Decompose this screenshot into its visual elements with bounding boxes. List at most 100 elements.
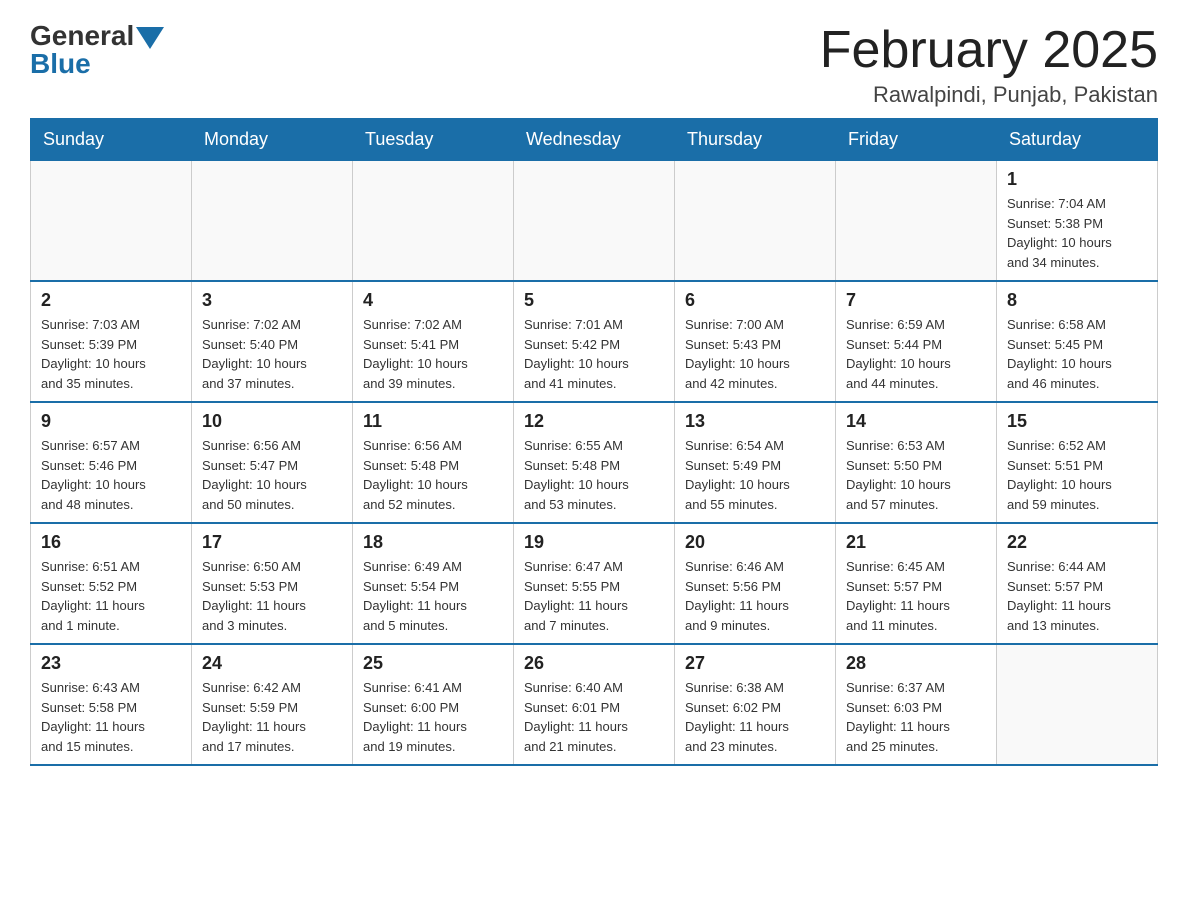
weekday-sunday: Sunday	[31, 119, 192, 161]
calendar-cell: 14 Sunrise: 6:53 AM Sunset: 5:50 PM Dayli…	[836, 402, 997, 523]
calendar-cell: 11 Sunrise: 6:56 AM Sunset: 5:48 PM Dayli…	[353, 402, 514, 523]
calendar-cell	[836, 161, 997, 282]
day-info: Sunrise: 6:53 AM Sunset: 5:50 PM Dayligh…	[846, 436, 986, 514]
day-info: Sunrise: 6:44 AM Sunset: 5:57 PM Dayligh…	[1007, 557, 1147, 635]
calendar-cell: 24 Sunrise: 6:42 AM Sunset: 5:59 PM Dayli…	[192, 644, 353, 765]
day-info: Sunrise: 6:47 AM Sunset: 5:55 PM Dayligh…	[524, 557, 664, 635]
calendar-cell	[31, 161, 192, 282]
day-info: Sunrise: 6:45 AM Sunset: 5:57 PM Dayligh…	[846, 557, 986, 635]
day-number: 4	[363, 290, 503, 311]
day-number: 1	[1007, 169, 1147, 190]
calendar-cell: 26 Sunrise: 6:40 AM Sunset: 6:01 PM Dayli…	[514, 644, 675, 765]
day-number: 24	[202, 653, 342, 674]
day-number: 12	[524, 411, 664, 432]
day-number: 16	[41, 532, 181, 553]
day-info: Sunrise: 6:52 AM Sunset: 5:51 PM Dayligh…	[1007, 436, 1147, 514]
calendar-cell: 25Sunrise: 6:41 AM Sunset: 6:00 PM Dayli…	[353, 644, 514, 765]
calendar-cell: 20 Sunrise: 6:46 AM Sunset: 5:56 PM Dayli…	[675, 523, 836, 644]
calendar-cell	[192, 161, 353, 282]
day-number: 27	[685, 653, 825, 674]
calendar-cell: 8 Sunrise: 6:58 AM Sunset: 5:45 PM Daylig…	[997, 281, 1158, 402]
calendar-cell: 23 Sunrise: 6:43 AM Sunset: 5:58 PM Dayli…	[31, 644, 192, 765]
month-title: February 2025	[820, 20, 1158, 80]
page-header: General Blue February 2025 Rawalpindi, P…	[30, 20, 1158, 108]
day-info: Sunrise: 6:46 AM Sunset: 5:56 PM Dayligh…	[685, 557, 825, 635]
calendar-cell	[514, 161, 675, 282]
logo-arrow-icon	[136, 27, 164, 49]
day-number: 3	[202, 290, 342, 311]
day-number: 2	[41, 290, 181, 311]
day-number: 23	[41, 653, 181, 674]
day-info: Sunrise: 6:56 AM Sunset: 5:48 PM Dayligh…	[363, 436, 503, 514]
calendar-cell	[997, 644, 1158, 765]
calendar-cell: 9 Sunrise: 6:57 AM Sunset: 5:46 PM Daylig…	[31, 402, 192, 523]
calendar-row-0: 1Sunrise: 7:04 AM Sunset: 5:38 PM Daylig…	[31, 161, 1158, 282]
location-text: Rawalpindi, Punjab, Pakistan	[820, 82, 1158, 108]
day-info: Sunrise: 6:59 AM Sunset: 5:44 PM Dayligh…	[846, 315, 986, 393]
weekday-monday: Monday	[192, 119, 353, 161]
calendar-cell: 1Sunrise: 7:04 AM Sunset: 5:38 PM Daylig…	[997, 161, 1158, 282]
day-number: 11	[363, 411, 503, 432]
day-number: 18	[363, 532, 503, 553]
day-info: Sunrise: 6:58 AM Sunset: 5:45 PM Dayligh…	[1007, 315, 1147, 393]
day-info: Sunrise: 6:37 AM Sunset: 6:03 PM Dayligh…	[846, 678, 986, 756]
day-number: 7	[846, 290, 986, 311]
day-info: Sunrise: 6:55 AM Sunset: 5:48 PM Dayligh…	[524, 436, 664, 514]
day-info: Sunrise: 6:56 AM Sunset: 5:47 PM Dayligh…	[202, 436, 342, 514]
day-number: 21	[846, 532, 986, 553]
calendar-cell: 27Sunrise: 6:38 AM Sunset: 6:02 PM Dayli…	[675, 644, 836, 765]
day-number: 6	[685, 290, 825, 311]
weekday-friday: Friday	[836, 119, 997, 161]
calendar-table: SundayMondayTuesdayWednesdayThursdayFrid…	[30, 118, 1158, 766]
day-info: Sunrise: 6:43 AM Sunset: 5:58 PM Dayligh…	[41, 678, 181, 756]
day-number: 17	[202, 532, 342, 553]
day-number: 15	[1007, 411, 1147, 432]
day-number: 9	[41, 411, 181, 432]
calendar-cell: 16 Sunrise: 6:51 AM Sunset: 5:52 PM Dayli…	[31, 523, 192, 644]
calendar-cell: 15 Sunrise: 6:52 AM Sunset: 5:51 PM Dayli…	[997, 402, 1158, 523]
weekday-saturday: Saturday	[997, 119, 1158, 161]
calendar-cell: 2 Sunrise: 7:03 AM Sunset: 5:39 PM Daylig…	[31, 281, 192, 402]
day-info: Sunrise: 6:42 AM Sunset: 5:59 PM Dayligh…	[202, 678, 342, 756]
day-info: Sunrise: 6:57 AM Sunset: 5:46 PM Dayligh…	[41, 436, 181, 514]
day-number: 19	[524, 532, 664, 553]
day-info: Sunrise: 6:41 AM Sunset: 6:00 PM Dayligh…	[363, 678, 503, 756]
day-info: Sunrise: 7:02 AM Sunset: 5:40 PM Dayligh…	[202, 315, 342, 393]
day-number: 13	[685, 411, 825, 432]
day-info: Sunrise: 7:01 AM Sunset: 5:42 PM Dayligh…	[524, 315, 664, 393]
calendar-cell: 3 Sunrise: 7:02 AM Sunset: 5:40 PM Daylig…	[192, 281, 353, 402]
calendar-body: 1Sunrise: 7:04 AM Sunset: 5:38 PM Daylig…	[31, 161, 1158, 766]
day-number: 14	[846, 411, 986, 432]
calendar-header: SundayMondayTuesdayWednesdayThursdayFrid…	[31, 119, 1158, 161]
day-number: 26	[524, 653, 664, 674]
day-info: Sunrise: 6:40 AM Sunset: 6:01 PM Dayligh…	[524, 678, 664, 756]
weekday-thursday: Thursday	[675, 119, 836, 161]
day-number: 8	[1007, 290, 1147, 311]
day-number: 28	[846, 653, 986, 674]
calendar-cell: 6 Sunrise: 7:00 AM Sunset: 5:43 PM Daylig…	[675, 281, 836, 402]
logo-blue-text: Blue	[30, 48, 91, 80]
weekday-tuesday: Tuesday	[353, 119, 514, 161]
calendar-cell: 18Sunrise: 6:49 AM Sunset: 5:54 PM Dayli…	[353, 523, 514, 644]
calendar-cell: 22 Sunrise: 6:44 AM Sunset: 5:57 PM Dayli…	[997, 523, 1158, 644]
calendar-row-1: 2 Sunrise: 7:03 AM Sunset: 5:39 PM Daylig…	[31, 281, 1158, 402]
calendar-row-3: 16 Sunrise: 6:51 AM Sunset: 5:52 PM Dayli…	[31, 523, 1158, 644]
calendar-cell: 13 Sunrise: 6:54 AM Sunset: 5:49 PM Dayli…	[675, 402, 836, 523]
calendar-row-4: 23 Sunrise: 6:43 AM Sunset: 5:58 PM Dayli…	[31, 644, 1158, 765]
day-info: Sunrise: 7:02 AM Sunset: 5:41 PM Dayligh…	[363, 315, 503, 393]
day-number: 22	[1007, 532, 1147, 553]
day-number: 5	[524, 290, 664, 311]
calendar-cell: 17Sunrise: 6:50 AM Sunset: 5:53 PM Dayli…	[192, 523, 353, 644]
day-info: Sunrise: 6:54 AM Sunset: 5:49 PM Dayligh…	[685, 436, 825, 514]
day-info: Sunrise: 7:00 AM Sunset: 5:43 PM Dayligh…	[685, 315, 825, 393]
calendar-cell: 19 Sunrise: 6:47 AM Sunset: 5:55 PM Dayli…	[514, 523, 675, 644]
day-info: Sunrise: 6:51 AM Sunset: 5:52 PM Dayligh…	[41, 557, 181, 635]
calendar-cell: 5 Sunrise: 7:01 AM Sunset: 5:42 PM Daylig…	[514, 281, 675, 402]
calendar-cell: 28 Sunrise: 6:37 AM Sunset: 6:03 PM Dayli…	[836, 644, 997, 765]
day-info: Sunrise: 7:03 AM Sunset: 5:39 PM Dayligh…	[41, 315, 181, 393]
title-section: February 2025 Rawalpindi, Punjab, Pakist…	[820, 20, 1158, 108]
calendar-cell: 10Sunrise: 6:56 AM Sunset: 5:47 PM Dayli…	[192, 402, 353, 523]
calendar-cell	[675, 161, 836, 282]
weekday-header-row: SundayMondayTuesdayWednesdayThursdayFrid…	[31, 119, 1158, 161]
day-number: 20	[685, 532, 825, 553]
